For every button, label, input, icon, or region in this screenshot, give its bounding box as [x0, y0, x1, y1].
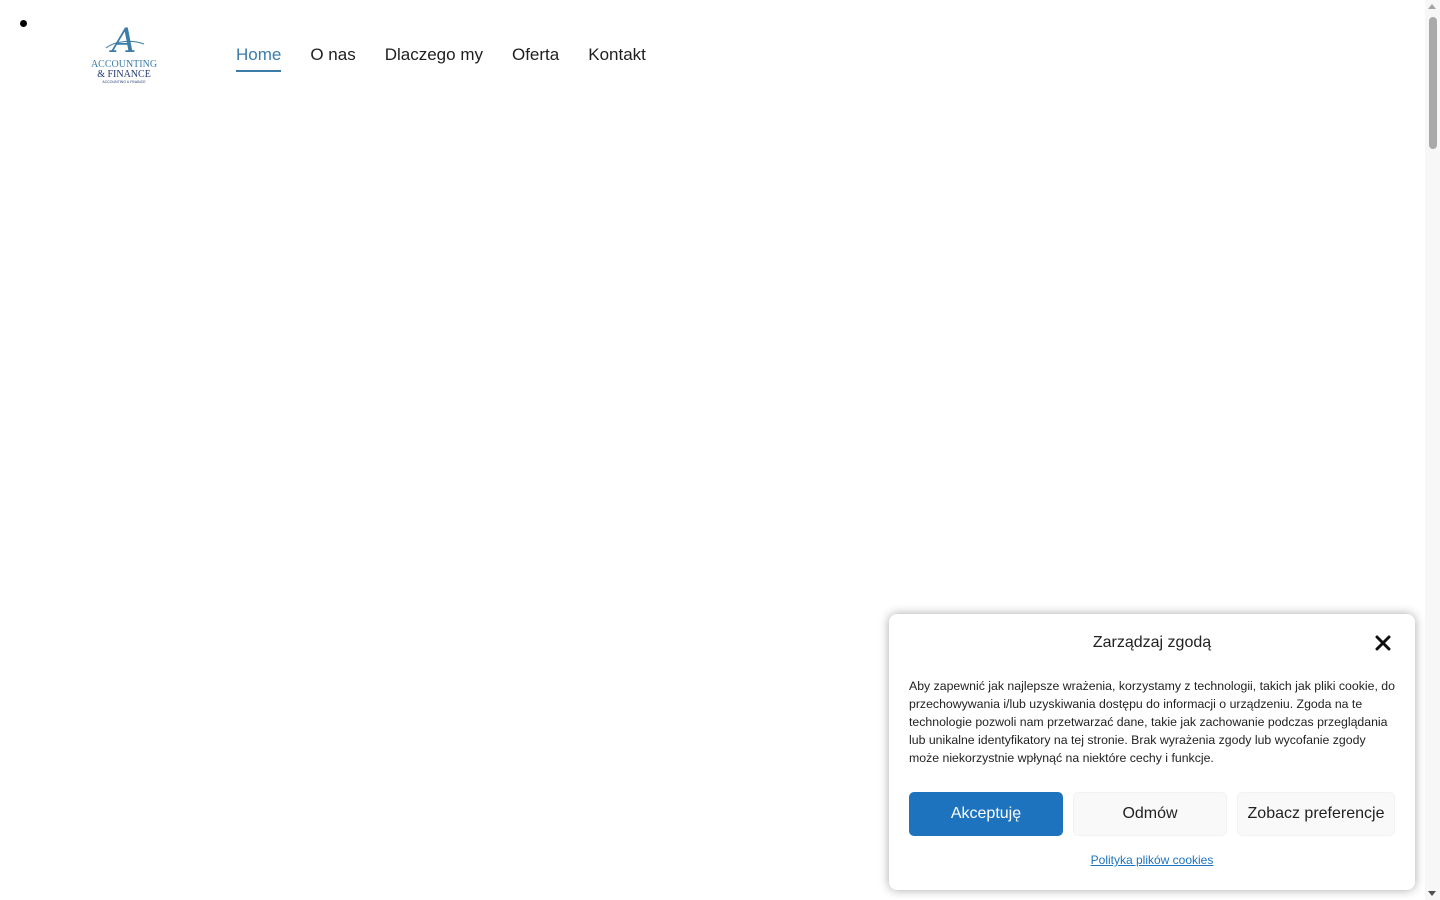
main-nav: Home O nas Dlaczego my Oferta Kontakt — [236, 44, 646, 72]
close-icon[interactable] — [1374, 634, 1392, 652]
site-logo[interactable]: A ACCOUNTING & FINANCE ACCOUNTING & FINA… — [84, 21, 164, 86]
svg-text:& FINANCE: & FINANCE — [97, 69, 151, 80]
scroll-up-arrow-icon[interactable] — [1428, 4, 1436, 9]
scrollbar-thumb[interactable] — [1429, 17, 1437, 149]
cookie-consent-dialog: Zarządzaj zgodą Aby zapewnić jak najleps… — [889, 614, 1415, 890]
nav-item-o-nas[interactable]: O nas — [310, 44, 355, 72]
list-bullet — [20, 20, 27, 27]
nav-item-home[interactable]: Home — [236, 44, 282, 72]
nav-item-kontakt[interactable]: Kontakt — [588, 44, 646, 72]
svg-text:ACCOUNTING & FINANCE: ACCOUNTING & FINANCE — [102, 80, 146, 84]
vertical-scrollbar[interactable] — [1425, 0, 1440, 900]
accept-button[interactable]: Akceptuję — [909, 792, 1063, 836]
nav-item-oferta[interactable]: Oferta — [512, 44, 559, 72]
page: A ACCOUNTING & FINANCE ACCOUNTING & FINA… — [0, 0, 1440, 900]
view-preferences-button[interactable]: Zobacz preferencje — [1237, 792, 1395, 836]
logo-graphic: A ACCOUNTING & FINANCE ACCOUNTING & FINA… — [91, 21, 157, 84]
deny-button[interactable]: Odmów — [1073, 792, 1227, 836]
nav-item-dlaczego-my[interactable]: Dlaczego my — [385, 44, 483, 72]
cookie-dialog-text: Aby zapewnić jak najlepsze wrażenia, kor… — [909, 679, 1395, 765]
scroll-down-arrow-icon[interactable] — [1428, 891, 1436, 896]
cookie-policy-link[interactable]: Polityka plików cookies — [889, 853, 1415, 867]
cookie-dialog-title: Zarządzaj zgodą — [1092, 634, 1212, 651]
